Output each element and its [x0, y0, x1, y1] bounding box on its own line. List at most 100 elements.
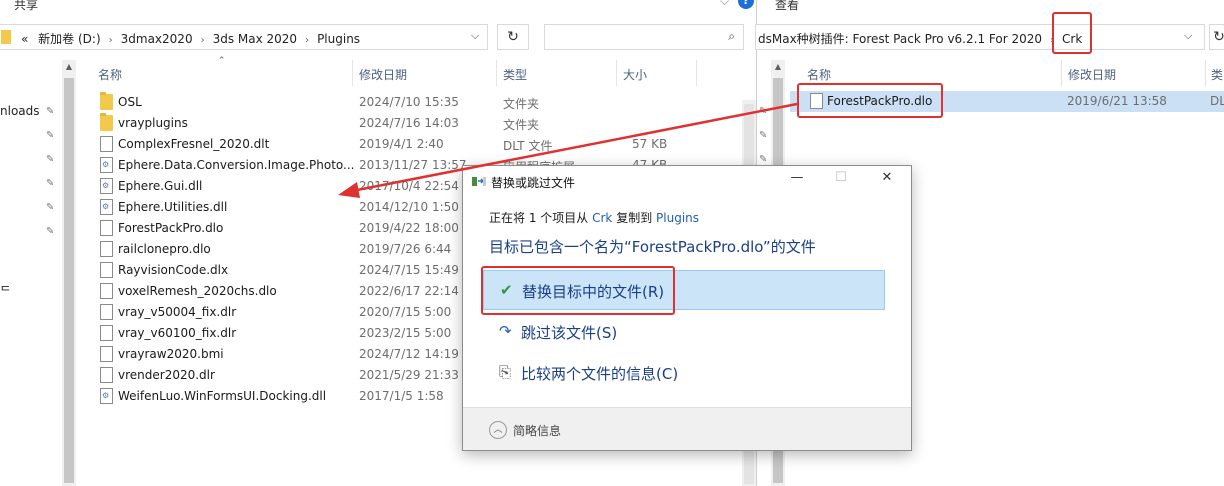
- breadcrumb: dsMax种树插件: Forest Pack Pro v6.2.1 For 20…: [758, 30, 1082, 47]
- pin-icon[interactable]: ✎: [46, 202, 54, 213]
- file-name: WeifenLuo.WinFormsUI.Docking.dll: [118, 389, 327, 403]
- column-divider[interactable]: [1061, 60, 1062, 86]
- column-header-name[interactable]: 名称: [807, 66, 831, 83]
- file-type: DLT 文件: [503, 139, 553, 153]
- skip-option-label: 跳过该文件(S): [521, 324, 618, 342]
- pin-icon[interactable]: ✎: [46, 154, 54, 165]
- compare-option-label: 比较两个文件的信息(C): [521, 365, 679, 383]
- column-header-row: 名称 修改日期 类型 大小: [96, 60, 696, 86]
- file-icon: [100, 241, 113, 257]
- file-name: ComplexFresnel_2020.dlt: [118, 137, 270, 151]
- pin-icon[interactable]: ✎: [46, 178, 54, 189]
- breadcrumb-item-drive[interactable]: 新加卷 (D:): [38, 32, 100, 46]
- column-divider[interactable]: [496, 60, 497, 86]
- breadcrumb-item-3dsmax[interactable]: 3ds Max 2020: [213, 32, 297, 46]
- breadcrumb-item-parent[interactable]: dsMax种树插件: Forest Pack Pro v6.2.1 For 20…: [758, 32, 1042, 46]
- file-date: 2019/6/21 13:58: [1067, 94, 1167, 108]
- pin-icon[interactable]: ✎: [46, 130, 54, 141]
- address-dropdown-icon[interactable]: ⌵: [471, 29, 479, 43]
- ribbon-tab-view[interactable]: 查看: [775, 0, 799, 13]
- scroll-up-icon[interactable]: ▲: [771, 62, 785, 71]
- scrollbar-thumb[interactable]: [64, 78, 74, 483]
- scroll-up-icon[interactable]: ▲: [62, 62, 76, 71]
- file-row-complexfresnel[interactable]: ComplexFresnel_2020.dlt 2019/4/1 2:40 DL…: [96, 134, 696, 155]
- ribbon-collapse-icon[interactable]: ⌵: [720, 0, 729, 9]
- file-name: vrender2020.dlr: [118, 368, 215, 382]
- column-header-size[interactable]: 大小: [623, 66, 647, 83]
- close-icon[interactable]: ✕: [867, 170, 907, 185]
- left-address-bar[interactable]: « 新加卷 (D:) › 3dmax2020 › 3ds Max 2020 › Plugin…: [0, 24, 488, 50]
- column-header-type[interactable]: 类: [1211, 66, 1223, 83]
- right-file-row-forestpackpro[interactable]: ForestPackPro.dlo 2019/6/21 13:58 DL: [790, 91, 1224, 112]
- column-header-type[interactable]: 类型: [503, 66, 527, 83]
- pin-icon[interactable]: ✎: [46, 226, 54, 237]
- breadcrumb-item-3dmax2020[interactable]: 3dmax2020: [121, 32, 193, 46]
- breadcrumb-separator-icon[interactable]: ›: [305, 35, 309, 46]
- column-header-date[interactable]: 修改日期: [1068, 66, 1116, 83]
- checkmark-icon: ✔: [500, 281, 513, 299]
- column-divider[interactable]: [352, 60, 353, 86]
- file-row-osl[interactable]: OSL 2024/7/10 15:35 文件夹: [96, 92, 696, 113]
- breadcrumb-item-plugins[interactable]: Plugins: [317, 32, 360, 46]
- folder-icon: [100, 113, 113, 131]
- file-icon: [100, 136, 113, 152]
- file-date: 2024/7/12 14:19: [359, 347, 459, 361]
- breadcrumb: « 新加卷 (D:) › 3dmax2020 › 3ds Max 2020 › Plugin…: [21, 30, 360, 47]
- folder-icon: [100, 92, 113, 110]
- file-icon: [100, 262, 113, 278]
- chevron-up-icon[interactable]: ︿: [489, 421, 507, 439]
- nav-item-downloads[interactable]: nloads: [0, 104, 40, 118]
- file-date: 2017/1/5 1:58: [359, 389, 444, 403]
- nav-item-partial[interactable]: ᄃ: [0, 282, 11, 299]
- help-icon[interactable]: ?: [738, 0, 754, 9]
- column-divider[interactable]: [616, 60, 617, 86]
- ribbon-tab-share[interactable]: 共享: [14, 0, 38, 13]
- conflict-heading: 目标已包含一个名为“ForestPackPro.dlo”的文件: [489, 238, 816, 256]
- column-divider[interactable]: [1205, 60, 1206, 86]
- column-header-date[interactable]: 修改日期: [359, 66, 407, 83]
- source-folder-link[interactable]: Crk: [592, 211, 612, 225]
- replace-option-button[interactable]: ✔ 替换目标中的文件(R): [483, 270, 885, 310]
- file-date: 2021/5/29 21:33: [359, 368, 459, 382]
- breadcrumb-separator-icon[interactable]: ›: [201, 35, 205, 46]
- breadcrumb-separator-icon[interactable]: ›: [1050, 35, 1054, 46]
- right-address-bar[interactable]: dsMax种树插件: Forest Pack Pro v6.2.1 For 20…: [755, 24, 1205, 50]
- file-date: 2019/7/26 6:44: [359, 242, 452, 256]
- dialog-title: 替换或跳过文件: [491, 176, 576, 190]
- file-icon: [100, 220, 113, 236]
- file-row-vrayplugins[interactable]: vrayplugins 2024/7/16 14:03 文件夹: [96, 113, 696, 134]
- left-ribbon: 共享 ⌵ ?: [0, 0, 756, 14]
- column-divider[interactable]: [696, 60, 697, 86]
- refresh-button[interactable]: ↻: [497, 24, 529, 50]
- pin-icon[interactable]: ✎: [759, 130, 767, 141]
- file-name: ForestPackPro.dlo: [118, 221, 224, 235]
- file-type: DL: [1210, 94, 1224, 108]
- address-dropdown-icon[interactable]: ⌵: [1184, 29, 1192, 43]
- file-name: vrayplugins: [118, 116, 188, 130]
- pin-icon[interactable]: ✎: [759, 106, 767, 117]
- breadcrumb-separator-icon[interactable]: ›: [109, 35, 113, 46]
- search-input[interactable]: ⌕: [544, 24, 744, 50]
- skip-option-button[interactable]: ↷ 跳过该文件(S): [483, 312, 885, 352]
- file-date: 2013/11/27 13:57: [359, 158, 467, 172]
- destination-folder-link[interactable]: Plugins: [656, 211, 699, 225]
- file-name: railclonepro.dlo: [118, 242, 211, 256]
- minimize-icon[interactable]: —: [777, 170, 817, 185]
- refresh-button[interactable]: ↻: [1209, 24, 1224, 50]
- navigation-pane: nloads ✎ ✎ ✎ ✎ ✎ ✎ ᄃ: [0, 60, 62, 486]
- folder-icon: [1, 30, 11, 44]
- column-header-name[interactable]: 名称: [98, 66, 122, 83]
- skip-arrow-icon: ↷: [499, 322, 512, 340]
- breadcrumb-overflow[interactable]: «: [21, 32, 28, 46]
- file-type: 文件夹: [503, 118, 540, 132]
- pin-icon[interactable]: ✎: [759, 154, 767, 165]
- dialog-footer: ︿ 简略信息: [463, 407, 911, 450]
- fewer-details-link[interactable]: 简略信息: [513, 422, 561, 439]
- file-icon: [810, 93, 823, 109]
- breadcrumb-item-crk[interactable]: Crk: [1062, 32, 1082, 46]
- nav-scrollbar[interactable]: ▲: [62, 60, 76, 486]
- compare-option-button[interactable]: ⎘ 比较两个文件的信息(C): [483, 353, 885, 393]
- file-date: 2014/12/10 1:50: [359, 200, 459, 214]
- pin-icon[interactable]: ✎: [46, 106, 54, 117]
- file-date: 2019/4/22 18:00: [359, 221, 459, 235]
